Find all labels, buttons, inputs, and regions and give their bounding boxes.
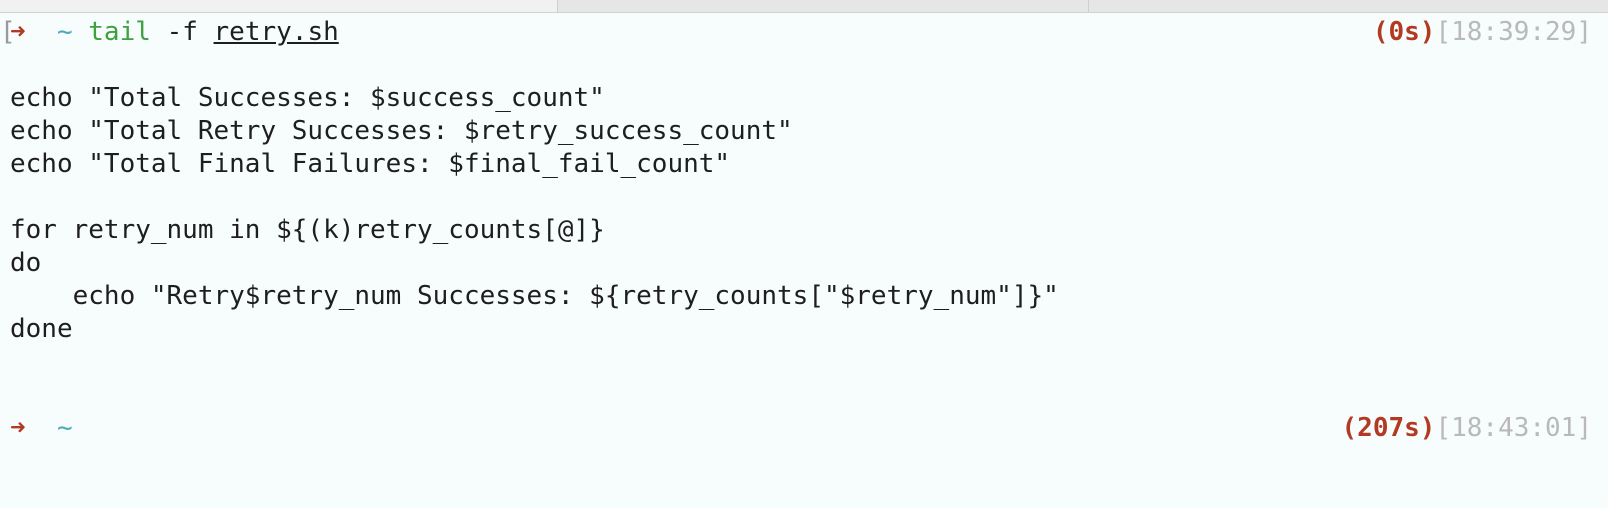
output-line: done bbox=[10, 314, 73, 344]
output-line: echo "Retry$retry_num Successes: ${retry… bbox=[10, 281, 1059, 311]
prompt-line-2: ➜ ~ bbox=[10, 411, 73, 445]
terminal-tab-active[interactable] bbox=[0, 0, 558, 12]
terminal-output[interactable]: [➜ ~ tail -f retry.sh (0s)[18:39:29] ech… bbox=[0, 13, 1608, 508]
prompt-arrow-icon: ➜ bbox=[10, 413, 26, 443]
tab-bar bbox=[0, 0, 1608, 13]
prompt-directory: ~ bbox=[56, 413, 73, 443]
terminal-tab-2[interactable] bbox=[558, 0, 1089, 12]
elapsed-time: (0s) bbox=[1372, 17, 1436, 47]
output-line: do bbox=[10, 248, 42, 278]
prompt-directory: ~ bbox=[56, 17, 73, 47]
command-file-link[interactable]: retry.sh bbox=[214, 17, 339, 47]
output-line: for retry_num in ${(k)retry_counts[@]} bbox=[10, 215, 605, 245]
command-name: tail bbox=[88, 17, 151, 47]
timestamp: [18:39:29] bbox=[1435, 17, 1592, 47]
elapsed-time: (207s) bbox=[1341, 413, 1436, 443]
right-prompt-1: (0s)[18:39:29] bbox=[1373, 15, 1592, 49]
timestamp: [18:43:01] bbox=[1435, 413, 1592, 443]
prompt-bracket: [ bbox=[0, 17, 16, 47]
terminal-tab-3[interactable] bbox=[1089, 0, 1608, 12]
output-line: echo "Total Final Failures: $final_fail_… bbox=[10, 149, 731, 179]
output-line: echo "Total Retry Successes: $retry_succ… bbox=[10, 116, 793, 146]
right-prompt-2: (207s)[18:43:01] bbox=[1342, 411, 1592, 445]
command-flag: -f bbox=[166, 17, 198, 47]
prompt-line-1: [➜ ~ tail -f retry.sh bbox=[0, 15, 339, 49]
output-line: echo "Total Successes: $success_count" bbox=[10, 83, 605, 113]
